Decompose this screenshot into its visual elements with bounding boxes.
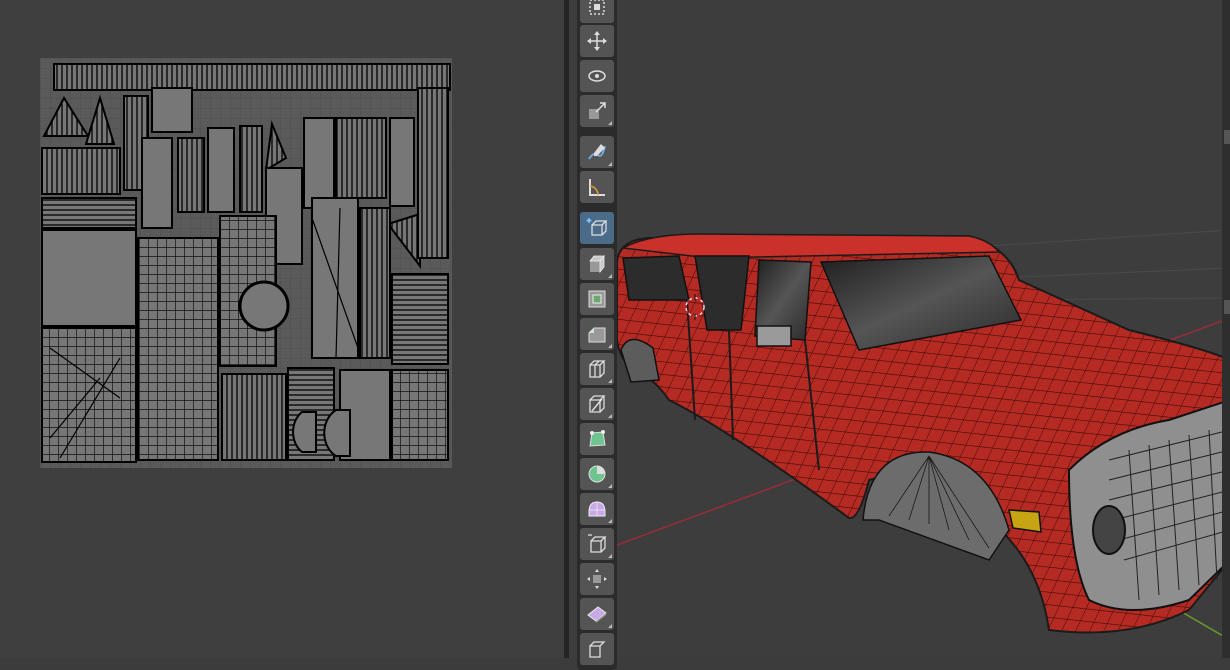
knife-tool[interactable]	[580, 388, 614, 420]
inset-faces-icon	[588, 290, 606, 308]
select-box-icon	[589, 0, 605, 15]
extrude-region-tool[interactable]	[580, 248, 614, 280]
measure-tool[interactable]	[580, 171, 614, 203]
3d-viewport[interactable]	[569, 0, 1230, 658]
shear-tool[interactable]	[580, 598, 614, 630]
inset-faces-tool[interactable]	[580, 283, 614, 315]
annotate-icon	[588, 144, 606, 160]
scale-tool[interactable]	[580, 95, 614, 127]
add-cube-tool[interactable]	[580, 212, 614, 244]
smooth-icon	[588, 501, 606, 517]
loop-cut-tool[interactable]	[580, 353, 614, 385]
shear-icon	[587, 606, 607, 623]
shrink-fatten-icon	[587, 569, 607, 589]
scale-icon	[589, 102, 606, 119]
loop-cut-icon	[589, 360, 606, 378]
spin-tool[interactable]	[580, 458, 614, 490]
rotate-tool[interactable]	[580, 60, 614, 92]
bevel-icon	[588, 327, 606, 343]
spin-icon	[588, 465, 606, 483]
knife-icon	[589, 395, 606, 413]
bevel-tool[interactable]	[580, 318, 614, 350]
extrude-region-icon	[589, 254, 605, 274]
tool-shelf	[577, 0, 617, 670]
select-box-tool[interactable]	[580, 0, 614, 23]
car-mesh[interactable]	[616, 233, 1230, 634]
smooth-tool[interactable]	[580, 493, 614, 525]
sidebar-tab[interactable]	[1224, 130, 1230, 144]
rip-region-icon	[589, 641, 606, 658]
poly-build-icon	[589, 430, 606, 447]
move-icon	[587, 31, 607, 51]
rip-region-tool[interactable]	[580, 633, 614, 665]
edge-slide-icon	[588, 534, 607, 553]
sidebar-edge[interactable]	[1222, 0, 1230, 658]
poly-build-tool[interactable]	[580, 423, 614, 455]
measure-icon	[589, 179, 605, 196]
edge-slide-tool[interactable]	[580, 528, 614, 560]
uv-layout-canvas[interactable]	[40, 58, 452, 468]
shrink-fatten-tool[interactable]	[580, 563, 614, 595]
viewport-scene[interactable]	[569, 0, 1230, 658]
uv-editor-panel[interactable]	[0, 0, 564, 658]
rotate-icon	[588, 70, 606, 82]
add-cube-icon	[586, 218, 608, 236]
sidebar-tab[interactable]	[1224, 300, 1230, 314]
annotate-tool[interactable]	[580, 136, 614, 168]
move-tool[interactable]	[580, 25, 614, 57]
